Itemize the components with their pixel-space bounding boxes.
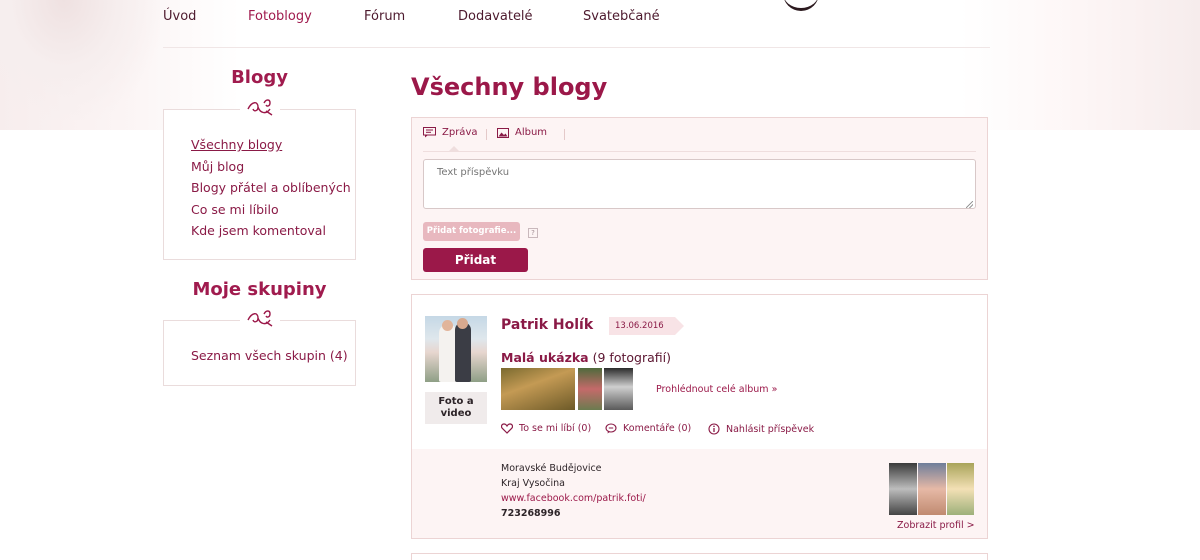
heart-icon xyxy=(501,423,513,434)
sidebar-item-seznam-skupin[interactable]: Seznam všech skupin (4) xyxy=(191,345,355,367)
photo-video-button[interactable]: Foto a video xyxy=(425,392,487,424)
sidebar-blogs-title: Blogy xyxy=(231,67,288,88)
album-thumbnail[interactable] xyxy=(501,368,575,410)
post-date-badge: 13.06.2016 xyxy=(609,317,684,335)
floral-ornament-icon xyxy=(163,308,356,330)
author-avatar[interactable] xyxy=(425,316,487,382)
tab-divider xyxy=(564,129,565,140)
album-thumbnail[interactable] xyxy=(578,368,602,410)
active-tab-caret xyxy=(449,146,459,151)
album-title: Malá ukázka (9 fotografií) xyxy=(501,350,671,365)
report-post-button[interactable]: Nahlásit příspěvek xyxy=(708,423,814,435)
sidebar-link-label[interactable]: Kde jsem komentoval xyxy=(191,223,326,238)
tab-album-label: Album xyxy=(515,127,548,138)
comments-label: Komentáře (0) xyxy=(623,423,692,434)
image-icon xyxy=(497,127,509,138)
message-icon xyxy=(423,127,436,138)
nav-item-forum[interactable]: Fórum xyxy=(364,9,405,24)
comments-button[interactable]: Komentáře (0) xyxy=(605,423,691,434)
sidebar-link-label[interactable]: Můj blog xyxy=(191,159,244,174)
avatar-head xyxy=(442,320,453,331)
tab-zprava[interactable]: Zpráva xyxy=(423,127,477,138)
post-composer: Zpráva Album Přidat fotografie... ? Přid… xyxy=(411,117,988,280)
report-label: Nahlásit příspěvek xyxy=(726,423,815,435)
nav-divider xyxy=(163,47,990,48)
sidebar-link-label[interactable]: Všechny blogy xyxy=(191,137,282,152)
sidebar-item-kde-jsem-komentoval[interactable]: Kde jsem komentoval xyxy=(191,220,355,242)
profile-thumbnail xyxy=(947,463,974,515)
sidebar-item-blogy-pratel[interactable]: Blogy přátel a oblíbených xyxy=(191,177,355,199)
comment-icon xyxy=(605,423,617,434)
album-name-link[interactable]: Malá ukázka xyxy=(501,350,589,365)
album-thumbnail[interactable] xyxy=(604,368,633,410)
author-website-link[interactable]: www.facebook.com/patrik.foti/ xyxy=(501,491,646,506)
tab-divider xyxy=(486,129,487,140)
tabs-underline xyxy=(423,151,976,152)
floral-ornament-icon xyxy=(163,97,356,119)
sidebar-item-vsechny-blogy[interactable]: Všechny blogy xyxy=(191,134,355,156)
post-text-input[interactable] xyxy=(423,159,976,209)
author-contact-info: Moravské Budějovice Kraj Vysočina www.fa… xyxy=(501,461,646,521)
like-label: To se mi líbí (0) xyxy=(519,423,592,434)
view-profile-link[interactable]: Zobrazit profil > xyxy=(897,520,975,531)
view-album-link[interactable]: Prohlédnout celé album » xyxy=(656,384,777,395)
sidebar-link-label[interactable]: Co se mi líbilo xyxy=(191,202,279,217)
add-photos-button[interactable]: Přidat fotografie... xyxy=(423,222,520,241)
nav-item-uvod[interactable]: Úvod xyxy=(163,9,196,24)
profile-thumbnail xyxy=(918,463,946,515)
author-info-footer: Moravské Budějovice Kraj Vysočina www.fa… xyxy=(412,449,987,538)
nav-item-dodavatele[interactable]: Dodavatelé xyxy=(458,9,533,24)
profile-photo-collage[interactable] xyxy=(889,463,974,515)
textarea-resize-handle[interactable] xyxy=(966,201,973,208)
sidebar-groups-title: Moje skupiny xyxy=(192,279,327,300)
sidebar-item-muj-blog[interactable]: Můj blog xyxy=(191,156,355,178)
submit-post-button[interactable]: Přidat xyxy=(423,248,528,272)
sidebar-blogs-box: Všechny blogy Můj blog Blogy přátel a ob… xyxy=(163,109,356,260)
like-button[interactable]: To se mi líbí (0) xyxy=(501,423,591,434)
tab-zprava-label: Zpráva xyxy=(442,127,478,138)
decorative-floral-background xyxy=(0,0,160,120)
nav-item-fotoblogy[interactable]: Fotoblogy xyxy=(248,9,312,24)
help-icon[interactable]: ? xyxy=(528,228,538,238)
tab-album[interactable]: Album xyxy=(497,127,547,138)
sidebar-link-label[interactable]: Seznam všech skupin (4) xyxy=(191,348,348,363)
author-city: Moravské Budějovice xyxy=(501,463,602,474)
nav-item-svatebcane[interactable]: Svatebčané xyxy=(583,9,660,24)
blog-post-card: Foto a video Patrik Holík 13.06.2016 Mal… xyxy=(411,294,988,539)
album-photo-count: (9 fotografií) xyxy=(592,350,671,365)
post-author-name[interactable]: Patrik Holík xyxy=(501,317,593,333)
page-title: Všechny blogy xyxy=(411,73,608,101)
sidebar-link-label[interactable]: Blogy přátel a oblíbených xyxy=(191,180,351,195)
profile-thumbnail xyxy=(889,463,917,515)
avatar-figure-groom xyxy=(455,322,471,382)
info-icon xyxy=(708,423,720,435)
avatar-head xyxy=(457,318,468,329)
author-phone: 723268996 xyxy=(501,508,561,519)
author-region: Kraj Vysočina xyxy=(501,478,565,489)
sidebar-item-co-se-mi-libilo[interactable]: Co se mi líbilo xyxy=(191,199,355,221)
next-blog-post-card xyxy=(411,553,988,560)
